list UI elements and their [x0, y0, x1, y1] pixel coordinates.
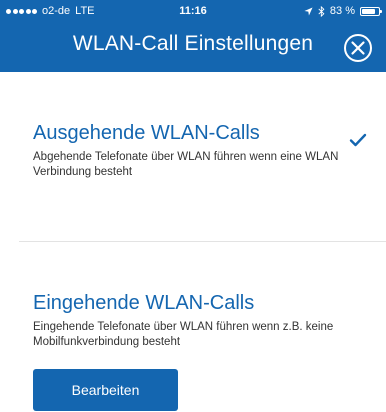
bluetooth-icon	[318, 5, 325, 17]
close-icon[interactable]	[342, 32, 374, 64]
battery-icon	[360, 6, 382, 16]
outgoing-calls-option[interactable]: Ausgehende WLAN-Calls Abgehende Telefona…	[33, 122, 363, 180]
status-bar: o2-de LTE 11:16 83 %	[0, 0, 386, 22]
section-divider	[19, 241, 386, 242]
checkmark-icon	[349, 133, 367, 147]
outgoing-calls-description: Abgehende Telefonate über WLAN führen we…	[33, 151, 339, 178]
status-right: 83 %	[304, 0, 382, 22]
location-arrow-icon	[304, 6, 313, 16]
incoming-calls-option: Eingehende WLAN-Calls Eingehende Telefon…	[33, 292, 363, 350]
outgoing-calls-title: Ausgehende WLAN-Calls	[33, 122, 260, 144]
page-title: WLAN-Call Einstellungen	[72, 32, 314, 55]
incoming-calls-description: Eingehende Telefonate über WLAN führen w…	[33, 321, 334, 348]
battery-percent: 83 %	[329, 5, 355, 17]
edit-button[interactable]: Bearbeiten	[33, 369, 178, 411]
app-header: o2-de LTE 11:16 83 % WLAN-Call Einstellu…	[0, 0, 386, 72]
incoming-calls-title: Eingehende WLAN-Calls	[33, 292, 255, 314]
